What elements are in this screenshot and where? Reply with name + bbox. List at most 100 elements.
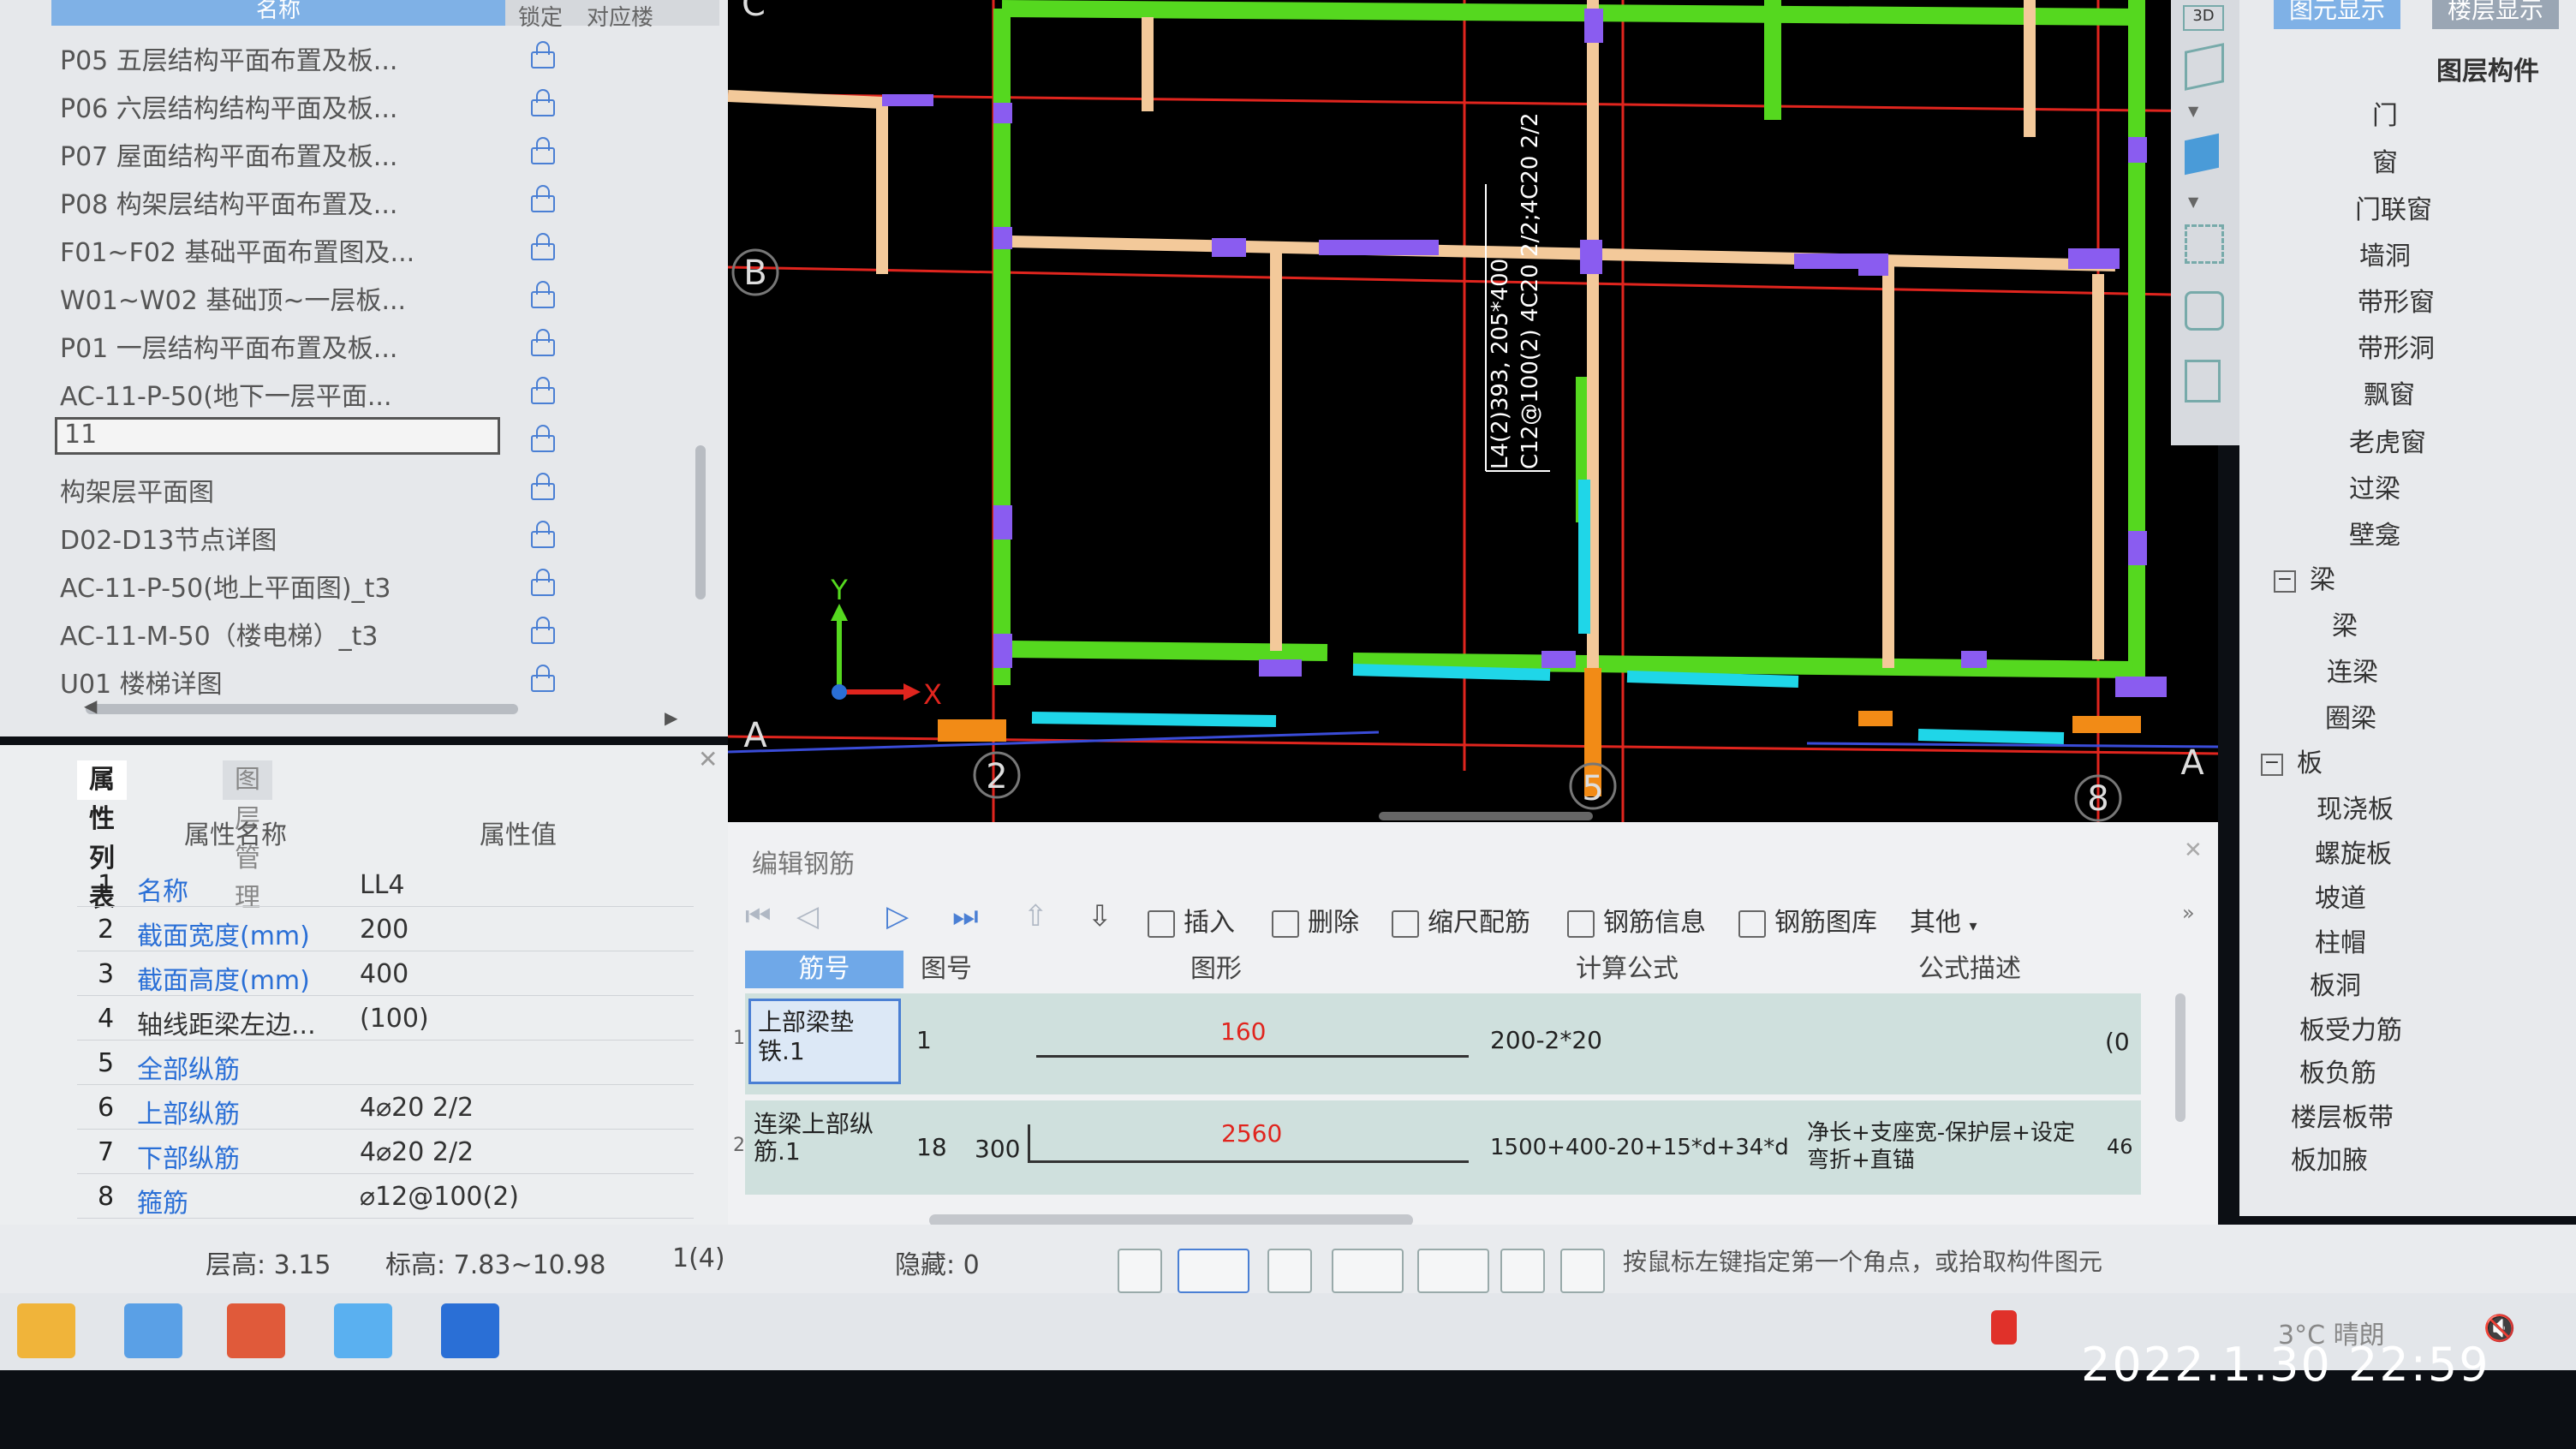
property-value[interactable]: (100) bbox=[360, 1004, 429, 1034]
property-value[interactable]: ⌀12@100(2) bbox=[360, 1182, 519, 1212]
property-row[interactable]: 3 截面高度(mm) 400 bbox=[77, 951, 694, 996]
layer-item[interactable]: 带形洞 bbox=[2358, 327, 2435, 365]
file-explorer-icon[interactable] bbox=[17, 1303, 75, 1358]
close-icon[interactable]: ✕ bbox=[2184, 838, 2203, 863]
property-row[interactable]: 2 截面宽度(mm) 200 bbox=[77, 906, 694, 951]
layer-item[interactable]: 带形窗 bbox=[2358, 281, 2435, 319]
move-up-icon[interactable]: ⇧ bbox=[1023, 899, 1048, 933]
property-row[interactable]: 8 箍筋 ⌀12@100(2) bbox=[77, 1173, 694, 1219]
layer-item[interactable]: 现浇板 bbox=[2317, 788, 2394, 826]
tab-layer-management[interactable]: 图层管理 bbox=[223, 760, 272, 913]
layer-item[interactable]: 楼层板带 bbox=[2291, 1096, 2394, 1134]
property-row[interactable]: 7 下部纵筋 4⌀20 2/2 bbox=[77, 1129, 694, 1174]
layer-item[interactable]: 窗 bbox=[2372, 141, 2398, 179]
lock-icon[interactable] bbox=[531, 569, 555, 596]
drawing-item[interactable]: U01 楼梯详图 bbox=[60, 654, 694, 702]
horizontal-scrollbar[interactable] bbox=[86, 704, 518, 714]
lock-icon[interactable] bbox=[531, 473, 555, 500]
layer-item[interactable]: 柱帽 bbox=[2315, 921, 2366, 959]
input-method-icon[interactable] bbox=[1991, 1310, 2017, 1345]
ortho-mode-icon[interactable] bbox=[1118, 1249, 1162, 1293]
angle-icon[interactable] bbox=[1332, 1249, 1404, 1293]
lock-icon[interactable] bbox=[531, 377, 555, 404]
lock-icon[interactable] bbox=[531, 521, 555, 548]
rebar-info-button[interactable]: 钢筋信息 bbox=[1567, 901, 1706, 939]
drawing-item[interactable]: P01 一层结构平面布置及板... bbox=[60, 319, 694, 367]
drawing-item[interactable]: F01~F02 基础平面布置图及... bbox=[60, 223, 694, 271]
lock-icon[interactable] bbox=[531, 617, 555, 644]
arc-icon[interactable] bbox=[1560, 1249, 1605, 1293]
tab-element-display[interactable]: 图元显示 bbox=[2274, 0, 2401, 29]
other-menu-button[interactable]: 其他 ▾ bbox=[1910, 901, 1977, 939]
layer-item[interactable]: 螺旋板 bbox=[2315, 832, 2392, 870]
property-row[interactable]: 1 名称 LL4 bbox=[77, 862, 694, 907]
layer-item[interactable]: 门联窗 bbox=[2355, 188, 2432, 226]
property-value[interactable]: 4⌀20 2/2 bbox=[360, 1137, 474, 1167]
lock-icon[interactable] bbox=[531, 665, 555, 692]
drawing-item[interactable]: AC-11-P-50(地上平面图)_t3 bbox=[60, 558, 694, 606]
lock-icon[interactable] bbox=[531, 89, 555, 116]
column-header-floor[interactable]: 对应楼 bbox=[587, 0, 653, 32]
property-value[interactable]: LL4 bbox=[360, 870, 405, 900]
column-header-desc[interactable]: 公式描述 bbox=[1918, 951, 2021, 988]
drawing-item[interactable]: P07 屋面结构平面布置及板... bbox=[60, 127, 694, 175]
drawing-item[interactable]: AC-11-P-50(地下一层平面... bbox=[60, 367, 694, 414]
tab-attributes[interactable]: 属性列表 bbox=[77, 760, 127, 913]
scale-rebar-button[interactable]: 缩尺配筋 bbox=[1392, 901, 1530, 939]
column-header-bar-no[interactable]: 筋号 bbox=[745, 951, 903, 988]
app-icon[interactable] bbox=[227, 1303, 285, 1358]
drawing-item-label[interactable]: 11 bbox=[55, 417, 500, 455]
layer-group-slab[interactable]: − 板 bbox=[2261, 742, 2323, 779]
drawing-item-selected[interactable]: 11 bbox=[55, 414, 694, 462]
lock-icon[interactable] bbox=[531, 185, 555, 212]
vertical-scrollbar[interactable] bbox=[2175, 993, 2185, 1122]
vertical-scrollbar[interactable] bbox=[695, 445, 706, 599]
drawing-item[interactable]: W01~W02 基础顶~一层板... bbox=[60, 271, 694, 319]
gtj-app-icon[interactable] bbox=[441, 1303, 499, 1358]
scroll-left-arrow-icon[interactable]: ◀ bbox=[84, 695, 97, 716]
tab-floor-display[interactable]: 楼层显示 bbox=[2432, 0, 2560, 29]
3d-view-icon[interactable]: 3D bbox=[2183, 5, 2224, 31]
drawing-item[interactable]: P08 构架层结构平面布置及... bbox=[60, 175, 694, 223]
layer-item[interactable]: 墙洞 bbox=[2359, 235, 2411, 272]
layer-item[interactable]: 板洞 bbox=[2310, 964, 2361, 1002]
scroll-right-arrow-icon[interactable]: ▶ bbox=[665, 707, 677, 728]
rebar-row[interactable]: 2 连梁上部纵筋.1 18 300 2560 1500+400-20+15*d+… bbox=[733, 1100, 2141, 1195]
lock-icon[interactable] bbox=[531, 329, 555, 356]
drawing-item[interactable]: AC-11-M-50（楼电梯）_t3 bbox=[60, 606, 694, 654]
layer-item[interactable]: 梁 bbox=[2332, 605, 2358, 642]
move-down-icon[interactable]: ⇩ bbox=[1088, 899, 1112, 933]
chevron-down-icon[interactable]: ▼ bbox=[2188, 194, 2198, 210]
rebar-library-button[interactable]: 钢筋图库 bbox=[1738, 901, 1877, 939]
layer-item[interactable]: 老虎窗 bbox=[2349, 421, 2426, 459]
properties-view-icon[interactable] bbox=[2185, 360, 2221, 402]
drawing-item[interactable]: P06 六层结构结构平面及板... bbox=[60, 79, 694, 127]
delete-button[interactable]: 删除 bbox=[1272, 901, 1359, 939]
lock-icon[interactable] bbox=[531, 41, 555, 69]
property-row[interactable]: 5 全部纵筋 bbox=[77, 1040, 694, 1085]
next-record-icon[interactable]: ▷ bbox=[886, 899, 909, 933]
column-header-formula[interactable]: 计算公式 bbox=[1576, 951, 1679, 988]
layer-item[interactable]: 板受力筋 bbox=[2299, 1009, 2402, 1046]
layer-item[interactable]: 连梁 bbox=[2327, 651, 2378, 689]
drawing-item[interactable]: 构架层平面图 bbox=[60, 462, 694, 510]
property-value[interactable]: 4⌀20 2/2 bbox=[360, 1093, 474, 1123]
property-value[interactable]: 400 bbox=[360, 959, 408, 989]
layer-item[interactable]: 飘窗 bbox=[2364, 373, 2415, 411]
column-header-fig-no[interactable]: 图号 bbox=[921, 951, 972, 988]
fit-view-icon[interactable] bbox=[2185, 224, 2224, 264]
chevron-down-icon[interactable]: ▼ bbox=[2188, 103, 2198, 119]
property-row[interactable]: 6 上部纵筋 4⌀20 2/2 bbox=[77, 1084, 694, 1130]
cross-select-icon[interactable] bbox=[1267, 1249, 1312, 1293]
layer-item[interactable]: 板负筋 bbox=[2299, 1052, 2376, 1089]
column-header-shape[interactable]: 图形 bbox=[1190, 951, 1242, 988]
layer-item[interactable]: 圈梁 bbox=[2325, 697, 2376, 735]
text-app-icon[interactable] bbox=[334, 1303, 392, 1358]
dynamic-input-icon[interactable] bbox=[1500, 1249, 1545, 1293]
layer-item[interactable]: 过梁 bbox=[2349, 468, 2400, 505]
layer-group-beam[interactable]: − 梁 bbox=[2274, 558, 2335, 596]
first-record-icon[interactable]: ⏮ bbox=[745, 899, 772, 933]
solid-cube-icon[interactable] bbox=[2185, 133, 2219, 176]
property-value[interactable]: 200 bbox=[360, 915, 408, 945]
lock-icon[interactable] bbox=[531, 137, 555, 164]
